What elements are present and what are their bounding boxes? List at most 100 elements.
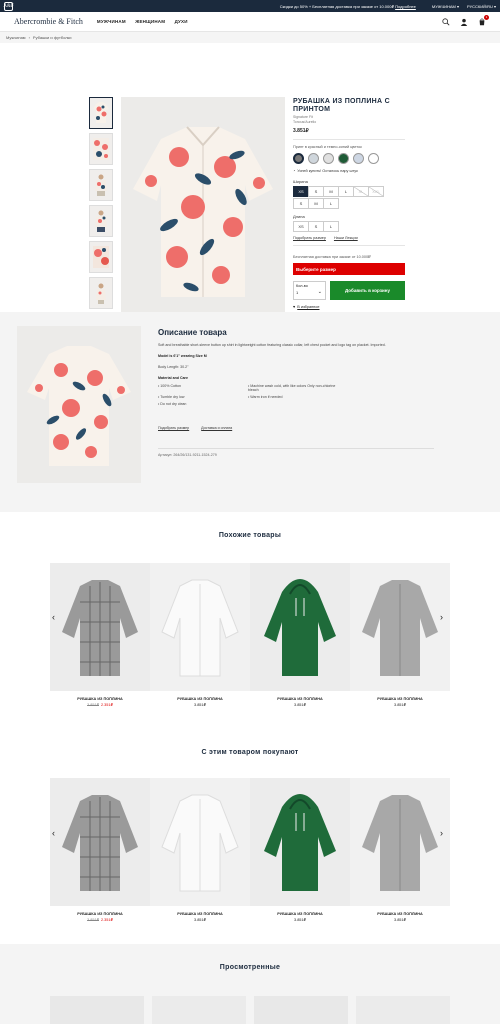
product-card-image[interactable] bbox=[150, 563, 250, 691]
description-size-link[interactable]: Подобрать размер bbox=[158, 426, 189, 430]
product-card[interactable]: РУБАШКА ИЗ ПОПЛИНА 3.851₽ bbox=[350, 778, 450, 922]
cart-count-badge: 1 bbox=[484, 14, 489, 20]
chevron-left-icon[interactable]: ‹ bbox=[52, 828, 55, 838]
size-option[interactable]: XS bbox=[293, 186, 309, 197]
size-option-unavailable[interactable]: XL bbox=[353, 186, 369, 197]
color-swatch-1[interactable] bbox=[293, 153, 304, 164]
size-option[interactable]: M bbox=[308, 198, 324, 209]
delivery-link[interactable]: Доставка и оплата bbox=[201, 426, 232, 430]
main-nav: МУЖЧИНАМ ЖЕНЩИНАМ ДУХИ bbox=[97, 19, 196, 25]
product-card-name[interactable]: РУБАШКА ИЗ ПОПЛИНА bbox=[350, 912, 450, 916]
length-option[interactable]: L bbox=[323, 221, 339, 232]
thumbnail-6[interactable] bbox=[89, 277, 113, 309]
chevron-left-icon[interactable]: ‹ bbox=[52, 612, 55, 622]
product-fit: Signature Fit bbox=[293, 115, 313, 119]
size-option[interactable]: S bbox=[308, 186, 324, 197]
wishlist-text: В избранное bbox=[297, 305, 320, 309]
thumbnail-3[interactable] bbox=[89, 169, 113, 201]
product-card-price: 3.851₽ bbox=[394, 918, 406, 922]
quantity-select[interactable]: Кол-во 1 ⌄ bbox=[293, 281, 326, 300]
care-item: 100% Cotton bbox=[158, 384, 248, 392]
gender-select[interactable]: МУЖЧИНАМ ▾ bbox=[432, 4, 459, 9]
thumbnail-4[interactable] bbox=[89, 205, 113, 237]
color-swatch-4[interactable] bbox=[338, 153, 349, 164]
size-option[interactable]: L bbox=[323, 198, 339, 209]
product-card-price: 3.851₽ 2.351₽ bbox=[50, 702, 150, 707]
model-info: Model is 6'1" wearing Size M bbox=[158, 354, 207, 358]
product-card-image[interactable] bbox=[350, 778, 450, 906]
thumbnail-1[interactable] bbox=[89, 97, 113, 129]
color-swatch-2[interactable] bbox=[308, 153, 319, 164]
product-card[interactable]: РУБАШКА ИЗ ПОПЛИНА 3.851₽ bbox=[150, 563, 250, 707]
brand-logo[interactable]: Abercrombie & Fitch bbox=[14, 17, 83, 26]
product-card-image[interactable] bbox=[50, 778, 150, 906]
product-main-image[interactable] bbox=[121, 97, 285, 321]
wishlist-link[interactable]: ♥ В избранное bbox=[293, 305, 405, 309]
search-icon[interactable] bbox=[442, 17, 450, 26]
chevron-right-icon[interactable]: › bbox=[440, 828, 443, 838]
nav-fragrance[interactable]: ДУХИ bbox=[175, 19, 188, 24]
viewed-item-image[interactable] bbox=[152, 996, 246, 1024]
product-card[interactable]: РУБАШКА ИЗ ПОПЛИНА 3.851₽ 2.351₽ bbox=[50, 563, 150, 707]
viewed-item-image[interactable] bbox=[356, 996, 450, 1024]
clock-icon: ◔ bbox=[293, 169, 296, 173]
product-card-name[interactable]: РУБАШКА ИЗ ПОПЛИНА bbox=[150, 912, 250, 916]
cart-icon[interactable]: 1 bbox=[478, 14, 489, 26]
length-sizes: XS S L bbox=[293, 221, 405, 232]
size-option[interactable]: S bbox=[293, 198, 309, 209]
length-option[interactable]: S bbox=[308, 221, 324, 232]
language-select[interactable]: РУССКИЙ/RU ▾ bbox=[467, 4, 496, 9]
breadcrumb-shirts[interactable]: Рубашки и футболки bbox=[33, 35, 72, 40]
product-card[interactable]: РУБАШКА ИЗ ПОПЛИНА 3.851₽ bbox=[250, 778, 350, 922]
product-price: 3.851₽ bbox=[293, 128, 309, 134]
add-to-cart-button[interactable]: Добавить в корзину bbox=[330, 281, 405, 300]
viewed-item-image[interactable] bbox=[50, 996, 144, 1024]
nav-men[interactable]: МУЖЧИНАМ bbox=[97, 19, 126, 24]
product-card[interactable]: РУБАШКА ИЗ ПОПЛИНА 3.851₽ bbox=[350, 563, 450, 707]
product-color-name: Tonous/Aurelio bbox=[293, 120, 317, 124]
product-card-image[interactable] bbox=[250, 778, 350, 906]
product-description-section: Описание товара Soft and breathable shor… bbox=[0, 312, 500, 512]
color-swatch-5[interactable] bbox=[353, 153, 364, 164]
size-option[interactable]: L bbox=[338, 186, 354, 197]
size-guide-link[interactable]: Подобрать размер bbox=[293, 236, 326, 240]
chevron-right-icon[interactable]: › bbox=[440, 612, 443, 622]
product-card-name[interactable]: РУБАШКА ИЗ ПОПЛИНА bbox=[50, 697, 150, 701]
product-card-name[interactable]: РУБАШКА ИЗ ПОПЛИНА bbox=[250, 912, 350, 916]
product-card-price: 3.851₽ bbox=[294, 918, 306, 922]
nav-women[interactable]: ЖЕНЩИНАМ bbox=[135, 19, 165, 24]
breadcrumb-men[interactable]: Мужчинам bbox=[6, 35, 26, 40]
care-title: Material and Care bbox=[158, 376, 188, 380]
product-card[interactable]: РУБАШКА ИЗ ПОПЛИНА 3.851₽ bbox=[150, 778, 250, 922]
product-card-image[interactable] bbox=[50, 563, 150, 691]
thumbnail-2[interactable] bbox=[89, 133, 113, 165]
thumbnail-5[interactable] bbox=[89, 241, 113, 273]
product-card-name[interactable]: РУБАШКА ИЗ ПОПЛИНА bbox=[350, 697, 450, 701]
af-logo[interactable]: A&F bbox=[3, 1, 14, 11]
similar-products-section: Похожие товары bbox=[0, 532, 500, 539]
product-card-price: 3.851₽ bbox=[194, 703, 206, 707]
product-card-image[interactable] bbox=[350, 563, 450, 691]
product-card[interactable]: РУБАШКА ИЗ ПОПЛИНА 3.851₽ 2.351₽ bbox=[50, 778, 150, 922]
width-label: Ширина bbox=[293, 179, 308, 184]
product-card-name[interactable]: РУБАШКА ИЗ ПОПЛИНА bbox=[150, 697, 250, 701]
care-item: Do not dry clean bbox=[158, 402, 248, 406]
bought-together-carousel: РУБАШКА ИЗ ПОПЛИНА 3.851₽ 2.351₽ РУБАШКА … bbox=[50, 778, 450, 922]
size-option[interactable]: M bbox=[323, 186, 339, 197]
product-card[interactable]: РУБАШКА ИЗ ПОПЛИНА 3.851₽ bbox=[250, 563, 350, 707]
af-logo-text: A&F bbox=[3, 3, 14, 9]
old-price: 3.851₽ bbox=[87, 703, 99, 707]
length-option[interactable]: XS bbox=[293, 221, 309, 232]
product-card-image[interactable] bbox=[250, 563, 350, 691]
account-icon[interactable] bbox=[460, 18, 468, 26]
promo-details-link[interactable]: Подробнее bbox=[395, 4, 416, 9]
product-card-name[interactable]: РУБАШКА ИЗ ПОПЛИНА bbox=[50, 912, 150, 916]
size-option-unavailable[interactable]: XXL bbox=[368, 186, 384, 197]
color-swatch-3[interactable] bbox=[323, 153, 334, 164]
our-sizes-link[interactable]: Наши Лекции bbox=[334, 236, 358, 240]
viewed-item-image[interactable] bbox=[254, 996, 348, 1024]
product-card-image[interactable] bbox=[150, 778, 250, 906]
product-card-name[interactable]: РУБАШКА ИЗ ПОПЛИНА bbox=[250, 697, 350, 701]
select-size-button[interactable]: Выберите размер bbox=[293, 263, 405, 275]
color-swatch-6[interactable] bbox=[368, 153, 379, 164]
